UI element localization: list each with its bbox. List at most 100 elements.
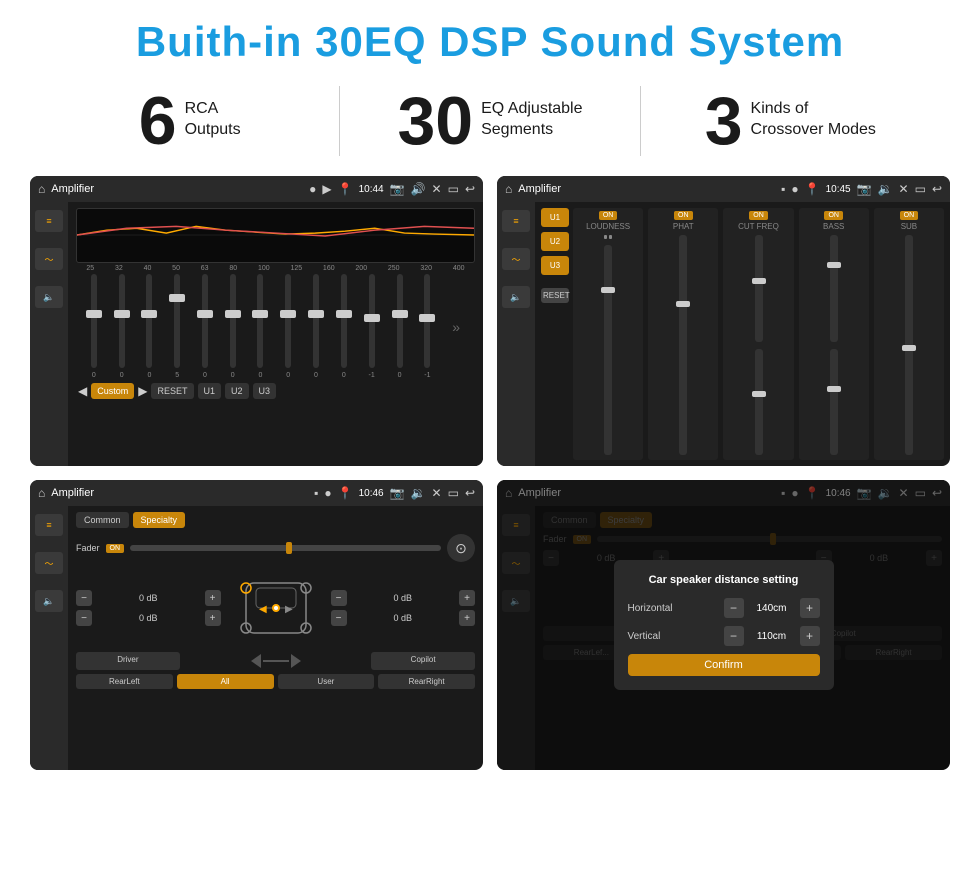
speaker-row-1: − 0 dB + — [76, 590, 221, 606]
tab-common-3[interactable]: Common — [76, 512, 129, 528]
confirm-button[interactable]: Confirm — [628, 654, 820, 676]
btn-rearleft-3[interactable]: RearLeft — [76, 674, 173, 689]
fader-on[interactable]: ON — [106, 544, 125, 553]
amp-channel-loudness: ON LOUDNESS — [573, 208, 643, 460]
fader-icon[interactable]: ⊙ — [447, 534, 475, 562]
amp-preset-u2[interactable]: U2 — [541, 232, 569, 251]
amp-presets: U1 U2 U3 RESET — [541, 208, 569, 460]
dialog-vertical-minus[interactable]: − — [724, 626, 744, 646]
dialog-vertical-row: Vertical − 110cm + — [628, 626, 820, 646]
sidebar-btn-eq-2[interactable]: ≡ — [502, 210, 530, 232]
loudness-slider[interactable] — [604, 245, 612, 455]
fader-slider[interactable] — [130, 545, 441, 551]
sidebar-btn-wave-2[interactable]: 〜 — [502, 248, 530, 270]
sidebar-btn-wave-3[interactable]: 〜 — [35, 552, 63, 574]
dialog-horizontal-minus[interactable]: − — [724, 598, 744, 618]
sidebar-btn-speaker-1[interactable]: 🔈 — [35, 286, 63, 308]
stat-crossover: 3 Kinds of Crossover Modes — [661, 87, 920, 155]
amp-preset-u1[interactable]: U1 — [541, 208, 569, 227]
dialog-title: Car speaker distance setting — [628, 574, 820, 586]
eq-slider-7: 0 — [257, 274, 263, 379]
dialog-horizontal-val: 140cm — [750, 603, 794, 614]
topbar-time-2: 10:45 — [826, 184, 851, 195]
stat-rca-number: 6 — [139, 87, 177, 155]
x-icon-2: ✕ — [899, 182, 909, 196]
rect-icon-1: ▭ — [448, 182, 459, 196]
cutfreq-slider[interactable] — [755, 235, 763, 342]
bottom-buttons-3: Driver Copilot — [76, 652, 475, 670]
eq-slider-2: 0 — [119, 274, 125, 379]
sub-slider[interactable] — [905, 235, 913, 455]
sidebar-btn-eq-1[interactable]: ≡ — [35, 210, 63, 232]
bass-slider2[interactable] — [830, 349, 838, 456]
home-icon-2: ⌂ — [505, 182, 512, 196]
loudness-on: ON — [599, 211, 618, 220]
amp-channels: ON LOUDNESS ON PHAT — [573, 208, 944, 460]
cam-icon-2: 📷 — [857, 182, 872, 196]
btn-all-3[interactable]: All — [177, 674, 274, 689]
eq-btn-u2[interactable]: U2 — [225, 383, 249, 399]
speaker-plus-2[interactable]: + — [205, 610, 221, 626]
bottom-buttons-3b: RearLeft All User RearRight — [76, 674, 475, 689]
btn-user-3[interactable]: User — [278, 674, 375, 689]
speaker-plus-1[interactable]: + — [205, 590, 221, 606]
eq-main: 25 32 40 50 63 80 100 125 160 200 250 32… — [68, 202, 483, 466]
stat-eq-number: 30 — [397, 87, 473, 155]
btn-rearright-3[interactable]: RearRight — [378, 674, 475, 689]
rect-icon-3: ▭ — [448, 486, 459, 500]
amp-reset-btn[interactable]: RESET — [541, 288, 569, 303]
car-diagram: ◀ ▶ — [231, 568, 321, 648]
btn-copilot-3[interactable]: Copilot — [371, 652, 475, 670]
topbar-time-1: 10:44 — [359, 184, 384, 195]
dialog-vertical-plus[interactable]: + — [800, 626, 820, 646]
prev-icon[interactable]: ◀ — [78, 384, 87, 398]
x-icon-3: ✕ — [432, 486, 442, 500]
sub-label: SUB — [901, 222, 917, 231]
play-icon[interactable]: ▶ — [138, 384, 147, 398]
tab-specialty-3[interactable]: Specialty — [133, 512, 186, 528]
speaker-controls-right: − 0 dB + − 0 dB + — [331, 590, 476, 626]
dot-icon-1: ● — [309, 182, 316, 196]
speaker-val-3: 0 dB — [351, 593, 456, 603]
stat-crossover-line1: Kinds of — [751, 99, 876, 120]
dialog-box: Car speaker distance setting Horizontal … — [614, 560, 834, 690]
speaker-plus-4[interactable]: + — [459, 610, 475, 626]
speaker-plus-3[interactable]: + — [459, 590, 475, 606]
speaker-minus-4[interactable]: − — [331, 610, 347, 626]
dialog-horizontal-plus[interactable]: + — [800, 598, 820, 618]
dot-icon-3: ● — [324, 486, 331, 500]
eq-btn-custom[interactable]: Custom — [91, 383, 134, 399]
cam-icon-1: 📷 — [390, 182, 405, 196]
speaker-minus-1[interactable]: − — [76, 590, 92, 606]
fader-row: Fader ON ⊙ — [76, 534, 475, 562]
back-icon-2: ↩ — [932, 182, 942, 196]
screen-dialog: ⌂ Amplifier ▪ ● 📍 10:46 📷 🔉 ✕ ▭ ↩ ≡ 〜 🔈 … — [497, 480, 950, 770]
eq-btn-reset[interactable]: RESET — [151, 383, 193, 399]
sidebar-btn-eq-3[interactable]: ≡ — [35, 514, 63, 536]
topbar-title-2: Amplifier — [518, 183, 775, 195]
back-icon-1: ↩ — [465, 182, 475, 196]
stats-row: 6 RCA Outputs 30 EQ Adjustable Segments … — [0, 76, 980, 170]
cutfreq-slider2[interactable] — [755, 349, 763, 456]
amp-channel-cutfreq: ON CUT FREQ — [723, 208, 793, 460]
eq-slider-12: 0 — [397, 274, 403, 379]
sidebar-btn-speaker-3[interactable]: 🔈 — [35, 590, 63, 612]
stat-crossover-line2: Crossover Modes — [751, 120, 876, 141]
amp-preset-u3[interactable]: U3 — [541, 256, 569, 275]
speaker-minus-3[interactable]: − — [331, 590, 347, 606]
sidebar-btn-wave-1[interactable]: 〜 — [35, 248, 63, 270]
eq-btn-u3[interactable]: U3 — [253, 383, 277, 399]
eq-sliders: 0 0 0 5 0 0 0 0 0 0 -1 0 -1 » — [76, 274, 475, 379]
eq-slider-5: 0 — [202, 274, 208, 379]
dialog-horizontal-label: Horizontal — [628, 603, 718, 614]
eq-btn-u1[interactable]: U1 — [198, 383, 222, 399]
vol-icon-3: 🔉 — [411, 486, 426, 500]
sidebar-btn-speaker-2[interactable]: 🔈 — [502, 286, 530, 308]
bass-slider[interactable] — [830, 235, 838, 342]
phat-slider[interactable] — [679, 235, 687, 455]
btn-driver-3[interactable]: Driver — [76, 652, 180, 670]
eq-slider-11: -1 — [369, 274, 375, 379]
topbar-1: ⌂ Amplifier ● ▶ 📍 10:44 📷 🔊 ✕ ▭ ↩ — [30, 176, 483, 202]
bass-label: BASS — [823, 222, 844, 231]
speaker-minus-2[interactable]: − — [76, 610, 92, 626]
